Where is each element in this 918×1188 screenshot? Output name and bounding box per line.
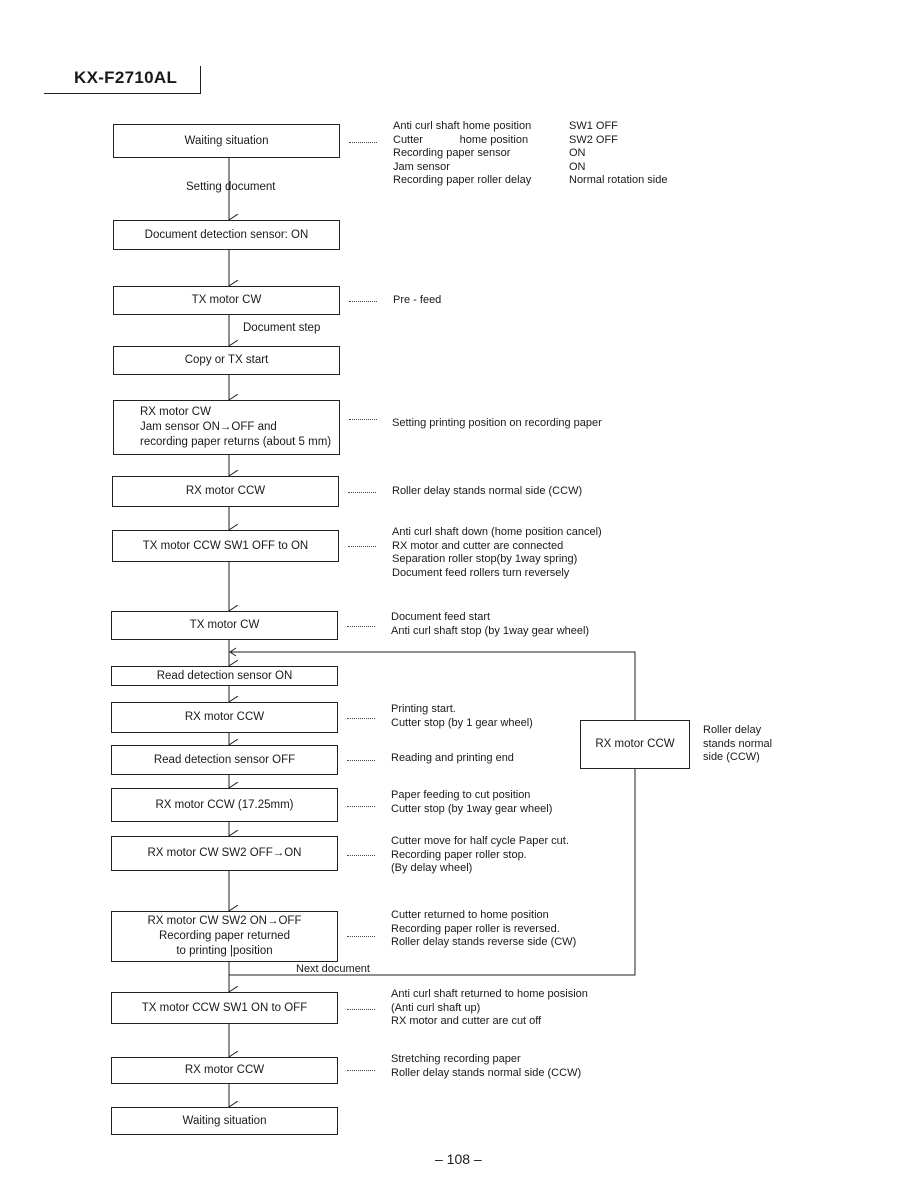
dotted-leader <box>347 760 375 761</box>
step-rx-cw-sw2-off: RX motor CW SW2 ON→OFF Recording paper re… <box>111 911 338 962</box>
note-pre-feed: Pre - feed <box>393 294 442 306</box>
dotted-leader <box>347 1009 375 1010</box>
step-copy-tx-start: Copy or TX start <box>113 346 340 375</box>
edge-label-next-document: Next document <box>296 963 370 975</box>
step-tx-ccw-sw1-off: TX motor CCW SW1 ON to OFF <box>111 992 338 1024</box>
step-tx-motor-cw: TX motor CW <box>113 286 340 315</box>
note-anti-curl-returned: Anti curl shaft returned to home posisio… <box>391 988 588 1027</box>
note-loop-rx-ccw: Roller delay stands normal side (CCW) <box>703 724 773 763</box>
step-document-detection: Document detection sensor: ON <box>113 220 340 250</box>
state-row: Recording paper roller delay Normal rotat… <box>393 174 668 186</box>
dotted-leader <box>347 806 375 807</box>
dotted-leader <box>349 419 377 420</box>
state-row: Jam sensor ON <box>393 160 586 173</box>
step-rx-motor-ccw-2: RX motor CCW <box>111 702 338 733</box>
note-setting-printing-position: Setting printing position on recording p… <box>392 417 602 429</box>
step-rx-motor-ccw-3: RX motor CCW <box>111 1057 338 1084</box>
dotted-leader <box>347 936 375 937</box>
dotted-leader <box>347 1070 375 1071</box>
note-paper-feeding-cut: Paper feeding to cut position Cutter sto… <box>391 789 553 815</box>
loop-rx-motor-ccw: RX motor CCW <box>580 720 690 769</box>
step-read-sensor-off: Read detection sensor OFF <box>111 745 338 775</box>
note-document-feed-start: Document feed start Anti curl shaft stop… <box>391 611 590 637</box>
step-tx-motor-cw-2: TX motor CW <box>111 611 338 640</box>
initial-state-table: Anti curl shaft home position SW1 OFF Cut… <box>393 120 667 188</box>
dotted-leader <box>348 492 376 493</box>
dotted-leader <box>347 718 375 719</box>
step-rx-motor-ccw: RX motor CCW <box>112 476 339 507</box>
dotted-leader <box>347 855 375 856</box>
dotted-leader <box>347 626 375 627</box>
step-waiting-situation: Waiting situation <box>113 124 340 158</box>
step-tx-ccw-sw1-on: TX motor CCW SW1 OFF to ON <box>112 530 339 562</box>
dotted-leader <box>348 546 376 547</box>
step-rx-ccw-17-25mm: RX motor CCW (17.25mm) <box>111 788 338 822</box>
step-read-sensor-on: Read detection sensor ON <box>111 666 338 686</box>
state-row: Recording paper sensor ON <box>393 147 586 159</box>
edge-label-document-step: Document step <box>243 322 321 334</box>
note-printing-start: Printing start. Cutter stop (by 1 gear w… <box>391 703 533 729</box>
step-rx-cw-sw2-on: RX motor CW SW2 OFF→ON <box>111 836 338 871</box>
note-reading-printing-end: Reading and printing end <box>391 752 514 764</box>
step-waiting-situation-end: Waiting situation <box>111 1107 338 1135</box>
note-anti-curl-down: Anti curl shaft down (home position canc… <box>392 526 602 579</box>
note-cutter-returned: Cutter returned to home position Recordi… <box>391 909 577 948</box>
dotted-leader <box>349 301 377 302</box>
note-cutter-half-cycle: Cutter move for half cycle Paper cut. Re… <box>391 835 569 874</box>
edge-label-setting-document: Setting document <box>186 181 276 193</box>
state-row: Anti curl shaft home position SW1 OFF <box>393 120 618 132</box>
note-stretching-paper: Stretching recording paper Roller delay … <box>391 1053 582 1079</box>
page-number: – 108 – <box>435 1151 482 1167</box>
note-roller-delay-normal: Roller delay stands normal side (CCW) <box>392 485 583 497</box>
step-rx-motor-cw-jam: RX motor CW Jam sensor ON→OFF and recordin… <box>113 400 340 455</box>
state-row: Cutter home position SW2 OFF <box>393 133 618 146</box>
dotted-leader <box>349 142 377 143</box>
